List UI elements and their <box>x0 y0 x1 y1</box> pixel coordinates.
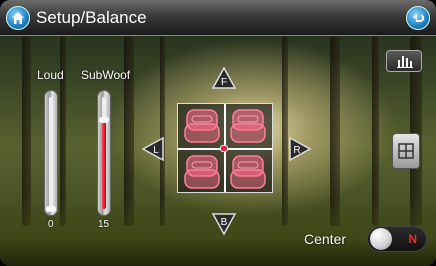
loud-label: Loud <box>37 68 64 82</box>
loud-value: 0 <box>48 219 54 230</box>
subwoof-fill <box>102 120 106 209</box>
fader-grid-button[interactable] <box>392 133 420 169</box>
right-arrow-button[interactable]: R <box>286 136 312 162</box>
left-label: L <box>153 145 159 156</box>
equalizer-button[interactable] <box>386 50 422 72</box>
title-bar: Setup/Balance <box>0 0 436 36</box>
seat-front-right-icon <box>230 109 266 143</box>
center-toggle[interactable]: N <box>367 226 427 252</box>
front-arrow-button[interactable]: F <box>211 66 237 92</box>
balance-grid[interactable] <box>177 103 273 193</box>
toggle-knob <box>370 228 392 250</box>
loud-slider[interactable] <box>44 90 58 216</box>
page-title: Setup/Balance <box>36 8 147 27</box>
right-label: R <box>293 145 300 156</box>
back-arrow-button[interactable]: B <box>211 210 237 236</box>
front-label: F <box>221 77 227 88</box>
back-button[interactable] <box>406 6 430 30</box>
subwoof-slider[interactable] <box>97 90 111 216</box>
seat-front-left-icon <box>184 109 220 143</box>
home-button[interactable] <box>6 6 30 30</box>
balance-screen: Setup/Balance Loud 0 SubWoof 15 F B L R <box>0 0 436 266</box>
seat-rear-right-icon <box>230 155 266 189</box>
grid-icon <box>398 143 414 159</box>
center-label: Center <box>304 231 347 247</box>
center-state: N <box>408 232 417 246</box>
loud-knob[interactable] <box>46 206 56 212</box>
back-arrow-icon <box>413 14 425 22</box>
subwoof-value: 15 <box>98 219 110 230</box>
seat-rear-left-icon <box>184 155 220 189</box>
left-arrow-button[interactable]: L <box>141 136 167 162</box>
equalizer-icon <box>397 56 413 68</box>
subwoof-knob[interactable] <box>99 117 109 123</box>
subwoof-label: SubWoof <box>81 68 131 82</box>
loud-track <box>49 97 53 209</box>
balance-position-marker[interactable] <box>220 145 228 152</box>
back-label: B <box>221 217 228 228</box>
home-icon <box>12 12 24 24</box>
